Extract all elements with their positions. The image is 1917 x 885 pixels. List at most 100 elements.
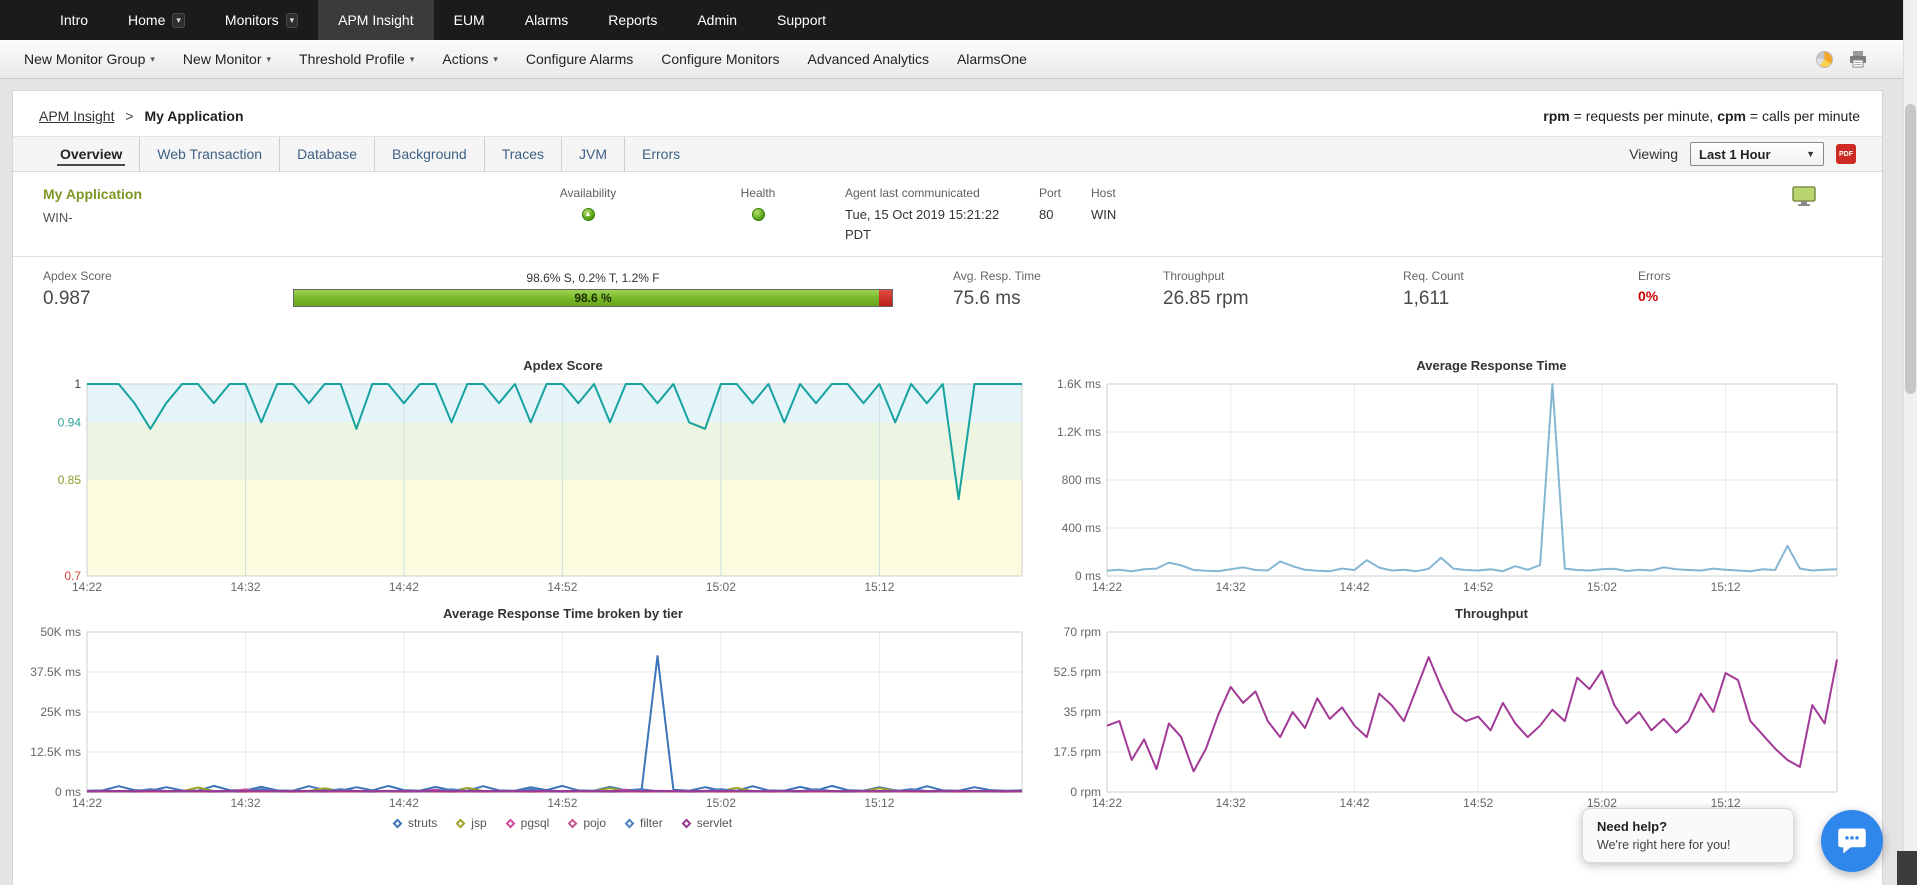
svg-text:14:42: 14:42 <box>389 796 419 810</box>
toolbar-new-monitor[interactable]: New Monitor ▾ <box>183 51 271 67</box>
svg-text:1: 1 <box>74 378 81 391</box>
response-time-by-tier-chart: Average Response Time broken by tier 14:… <box>25 606 1045 830</box>
tier-legend: struts jsp pgsql pojo filter servlet <box>25 816 1045 830</box>
host-label: Host <box>1091 186 1116 200</box>
host-value: WIN <box>1091 207 1117 222</box>
nav-item-admin[interactable]: Admin <box>677 0 757 40</box>
metric-errors: Errors 0% <box>1638 269 1671 304</box>
svg-text:0.7: 0.7 <box>64 569 81 583</box>
toolbar-threshold-profile[interactable]: Threshold Profile ▾ <box>299 51 414 67</box>
monitor-icon[interactable] <box>1792 186 1816 207</box>
agent-last-communicated-value: Tue, 15 Oct 2019 15:21:22 PDT <box>845 207 1000 242</box>
legend-item: pojo <box>567 816 607 830</box>
metric-value: 0.987 <box>43 288 91 309</box>
help-title: Need help? <box>1597 819 1668 834</box>
chevron-down-icon: ▾ <box>409 53 415 64</box>
health-block: Health <box>713 186 803 244</box>
breadcrumb: APM Insight > My Application <box>39 108 244 124</box>
scrollbar-corner <box>1897 851 1917 885</box>
tab-overview[interactable]: Overview <box>43 137 139 171</box>
nav-label: Reports <box>608 12 658 28</box>
svg-text:12.5K ms: 12.5K ms <box>30 745 81 759</box>
apdex-score-bar: 98.6 % <box>293 289 893 307</box>
nav-label: Intro <box>60 12 89 28</box>
tab-database[interactable]: Database <box>279 137 374 171</box>
port-block: Port 80 <box>1039 186 1091 244</box>
tab-background[interactable]: Background <box>374 137 484 171</box>
scrollbar-thumb[interactable] <box>1905 104 1916 394</box>
svg-text:1.2K ms: 1.2K ms <box>1057 425 1101 439</box>
nav-item-home[interactable]: Home ▾ <box>108 0 205 40</box>
svg-text:15:12: 15:12 <box>864 796 894 810</box>
response-time-by-tier-plot: 14:22 14:32 14:42 14:52 15:02 15:120 ms12.5K … <box>30 626 1023 810</box>
tab-jvm[interactable]: JVM <box>561 137 624 171</box>
help-message: We're right here for you! <box>1597 838 1731 852</box>
pdf-label: PDF <box>1839 150 1853 158</box>
svg-text:35 rpm: 35 rpm <box>1064 705 1101 719</box>
svg-text:14:42: 14:42 <box>1339 580 1369 594</box>
tab-web-transaction[interactable]: Web Transaction <box>139 137 279 171</box>
nav-item-eum[interactable]: EUM <box>434 0 505 40</box>
toolbar-label: Advanced Analytics <box>807 51 929 67</box>
svg-text:15:02: 15:02 <box>706 580 736 594</box>
apdex-score-chart: Apdex Score 14:22 14:32 14:42 14:52 15:02 15:… <box>25 358 1045 596</box>
svg-text:15:02: 15:02 <box>706 796 736 810</box>
nav-label: Alarms <box>524 12 569 28</box>
tab-traces[interactable]: Traces <box>483 137 561 171</box>
cpm-definition: = calls per minute <box>1746 108 1860 124</box>
legend-label: servlet <box>696 816 733 830</box>
metric-value: 0% <box>1638 288 1659 304</box>
toolbar-new-monitor-group[interactable]: New Monitor Group ▾ <box>24 51 155 67</box>
metrics-bar: Apdex Score 0.987 98.6% S, 0.2% T, 1.2% … <box>13 256 1882 328</box>
apdex-score-plot: 14:22 14:32 14:42 14:52 15:02 15:1210.940.850… <box>58 378 1023 594</box>
svg-text:1.6K ms: 1.6K ms <box>1057 378 1101 391</box>
legend-label: pgsql <box>520 816 550 830</box>
avg-response-time-chart: Average Response Time 14:22 14:32 14:42 14:… <box>1045 358 1882 596</box>
toolbar-label: Configure Monitors <box>661 51 780 67</box>
toolbar-actions[interactable]: Actions ▾ <box>442 51 497 67</box>
breadcrumb-link-apm-insight[interactable]: APM Insight <box>39 108 114 124</box>
viewing-controls: Viewing Last 1 Hour ▼ PDF <box>1629 142 1856 166</box>
nav-item-intro[interactable]: Intro <box>40 0 108 40</box>
svg-text:25K ms: 25K ms <box>40 705 81 719</box>
nav-item-monitors[interactable]: Monitors ▾ <box>205 0 318 40</box>
chevron-down-icon[interactable]: ▾ <box>172 12 185 28</box>
nav-item-support[interactable]: Support <box>757 0 846 40</box>
availability-status-icon[interactable]: ▲ <box>581 208 595 221</box>
legend-item: pgsql <box>505 816 550 830</box>
page-title: My Application <box>144 108 244 124</box>
time-range-select[interactable]: Last 1 Hour ▼ <box>1690 142 1824 166</box>
toolbar-alarmsone[interactable]: AlarmsOne <box>957 51 1027 67</box>
metric-label: Req. Count <box>1403 269 1464 283</box>
secondary-toolbar: New Monitor Group ▾ New Monitor ▾ Threshol… <box>0 40 1917 79</box>
chat-button[interactable] <box>1821 810 1883 872</box>
svg-text:15:02: 15:02 <box>1587 580 1617 594</box>
legend-diamond-icon <box>455 818 466 828</box>
theme-palette-icon[interactable] <box>1816 50 1833 68</box>
toolbar-advanced-analytics[interactable]: Advanced Analytics <box>808 51 929 67</box>
toolbar-label: Threshold Profile <box>299 51 405 67</box>
metric-label: Errors <box>1638 269 1671 283</box>
throughput-plot: 14:22 14:32 14:42 14:52 15:02 15:120 rpm17.5 … <box>1054 626 1838 810</box>
nav-item-alarms[interactable]: Alarms <box>505 0 589 40</box>
legend-label: pojo <box>583 816 607 830</box>
svg-text:14:42: 14:42 <box>1339 796 1369 810</box>
print-icon[interactable] <box>1849 50 1867 68</box>
toolbar-configure-monitors[interactable]: Configure Monitors <box>661 51 779 67</box>
pdf-export-icon[interactable]: PDF <box>1836 144 1856 164</box>
svg-text:14:52: 14:52 <box>547 796 577 810</box>
tab-errors[interactable]: Errors <box>624 137 697 171</box>
svg-text:14:52: 14:52 <box>547 580 577 594</box>
toolbar-configure-alarms[interactable]: Configure Alarms <box>526 51 633 67</box>
health-label: Health <box>740 186 776 200</box>
chevron-down-icon[interactable]: ▾ <box>285 12 299 28</box>
agent-last-communicated-label: Agent last communicated <box>845 186 980 200</box>
svg-text:17.5 rpm: 17.5 rpm <box>1054 745 1101 759</box>
svg-text:70 rpm: 70 rpm <box>1064 626 1101 639</box>
application-host: WIN- <box>43 210 73 225</box>
scrollbar-track[interactable] <box>1903 0 1917 885</box>
health-status-icon[interactable] <box>751 208 765 221</box>
nav-item-reports[interactable]: Reports <box>588 0 677 40</box>
legend-diamond-icon <box>392 818 403 828</box>
nav-item-apm-insight[interactable]: APM Insight <box>318 0 434 40</box>
